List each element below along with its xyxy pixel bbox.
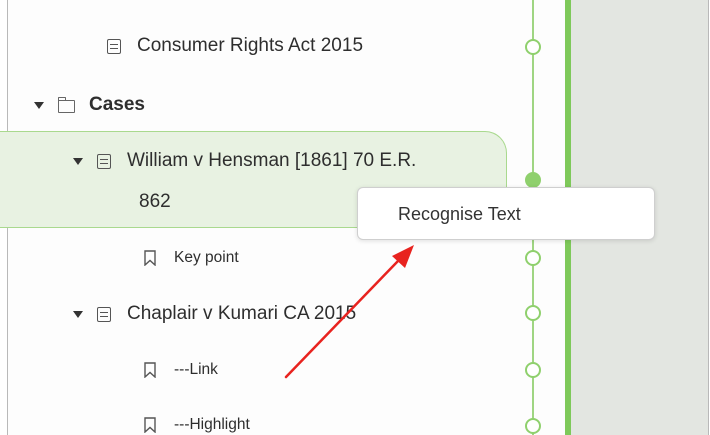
- annotation-arrow: [284, 245, 414, 379]
